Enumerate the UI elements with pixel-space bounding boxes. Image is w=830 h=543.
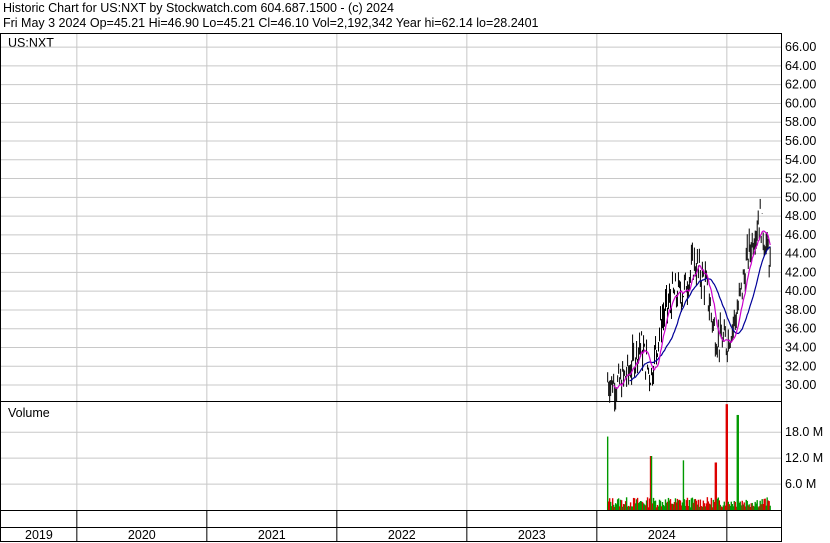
volume-tick-label: 6.0 M <box>785 477 816 491</box>
price-panel-frame <box>0 33 782 402</box>
volume-tick-label: 18.0 M <box>785 425 823 439</box>
year-label: 2019 <box>25 528 53 542</box>
price-tick-label: 44.00 <box>785 247 816 261</box>
year-label: 2022 <box>388 528 416 542</box>
stock-chart: US:NXT Volume 30.00 32.00 34.00 36.00 38.00 4… <box>0 33 823 542</box>
price-tick-label: 34.00 <box>785 340 816 354</box>
year-label: 2020 <box>128 528 156 542</box>
price-tick-label: 32.00 <box>785 359 816 373</box>
price-tick-label: 66.00 <box>785 40 816 54</box>
price-tick-label: 64.00 <box>785 59 816 73</box>
price-tick-label: 42.00 <box>785 265 816 279</box>
price-tick-label: 36.00 <box>785 322 816 336</box>
volume-tick-label: 12.0 M <box>785 451 823 465</box>
price-tick-label: 48.00 <box>785 209 816 223</box>
price-tick-label: 52.00 <box>785 172 816 186</box>
price-tick-label: 56.00 <box>785 134 816 148</box>
grid-layer <box>1 34 781 510</box>
year-label: 2021 <box>258 528 286 542</box>
year-label: 2023 <box>518 528 546 542</box>
price-tick-label: 40.00 <box>785 284 816 298</box>
chart-window: Historic Chart for US:NXT by Stockwatch.… <box>0 0 830 543</box>
price-tick-label: 30.00 <box>785 378 816 392</box>
volume-label: Volume <box>8 406 50 420</box>
volume-panel-frame <box>0 401 782 511</box>
price-tick-label: 46.00 <box>785 228 816 242</box>
price-tick-label: 38.00 <box>785 303 816 317</box>
price-tick-label: 62.00 <box>785 78 816 92</box>
price-tick-label: 60.00 <box>785 96 816 110</box>
volume-bars <box>606 404 771 510</box>
price-tick-label: 54.00 <box>785 153 816 167</box>
year-label: 2024 <box>648 528 676 542</box>
price-tick-label: 50.00 <box>785 190 816 204</box>
symbol-label: US:NXT <box>8 36 54 50</box>
price-tick-label: 58.00 <box>785 115 816 129</box>
